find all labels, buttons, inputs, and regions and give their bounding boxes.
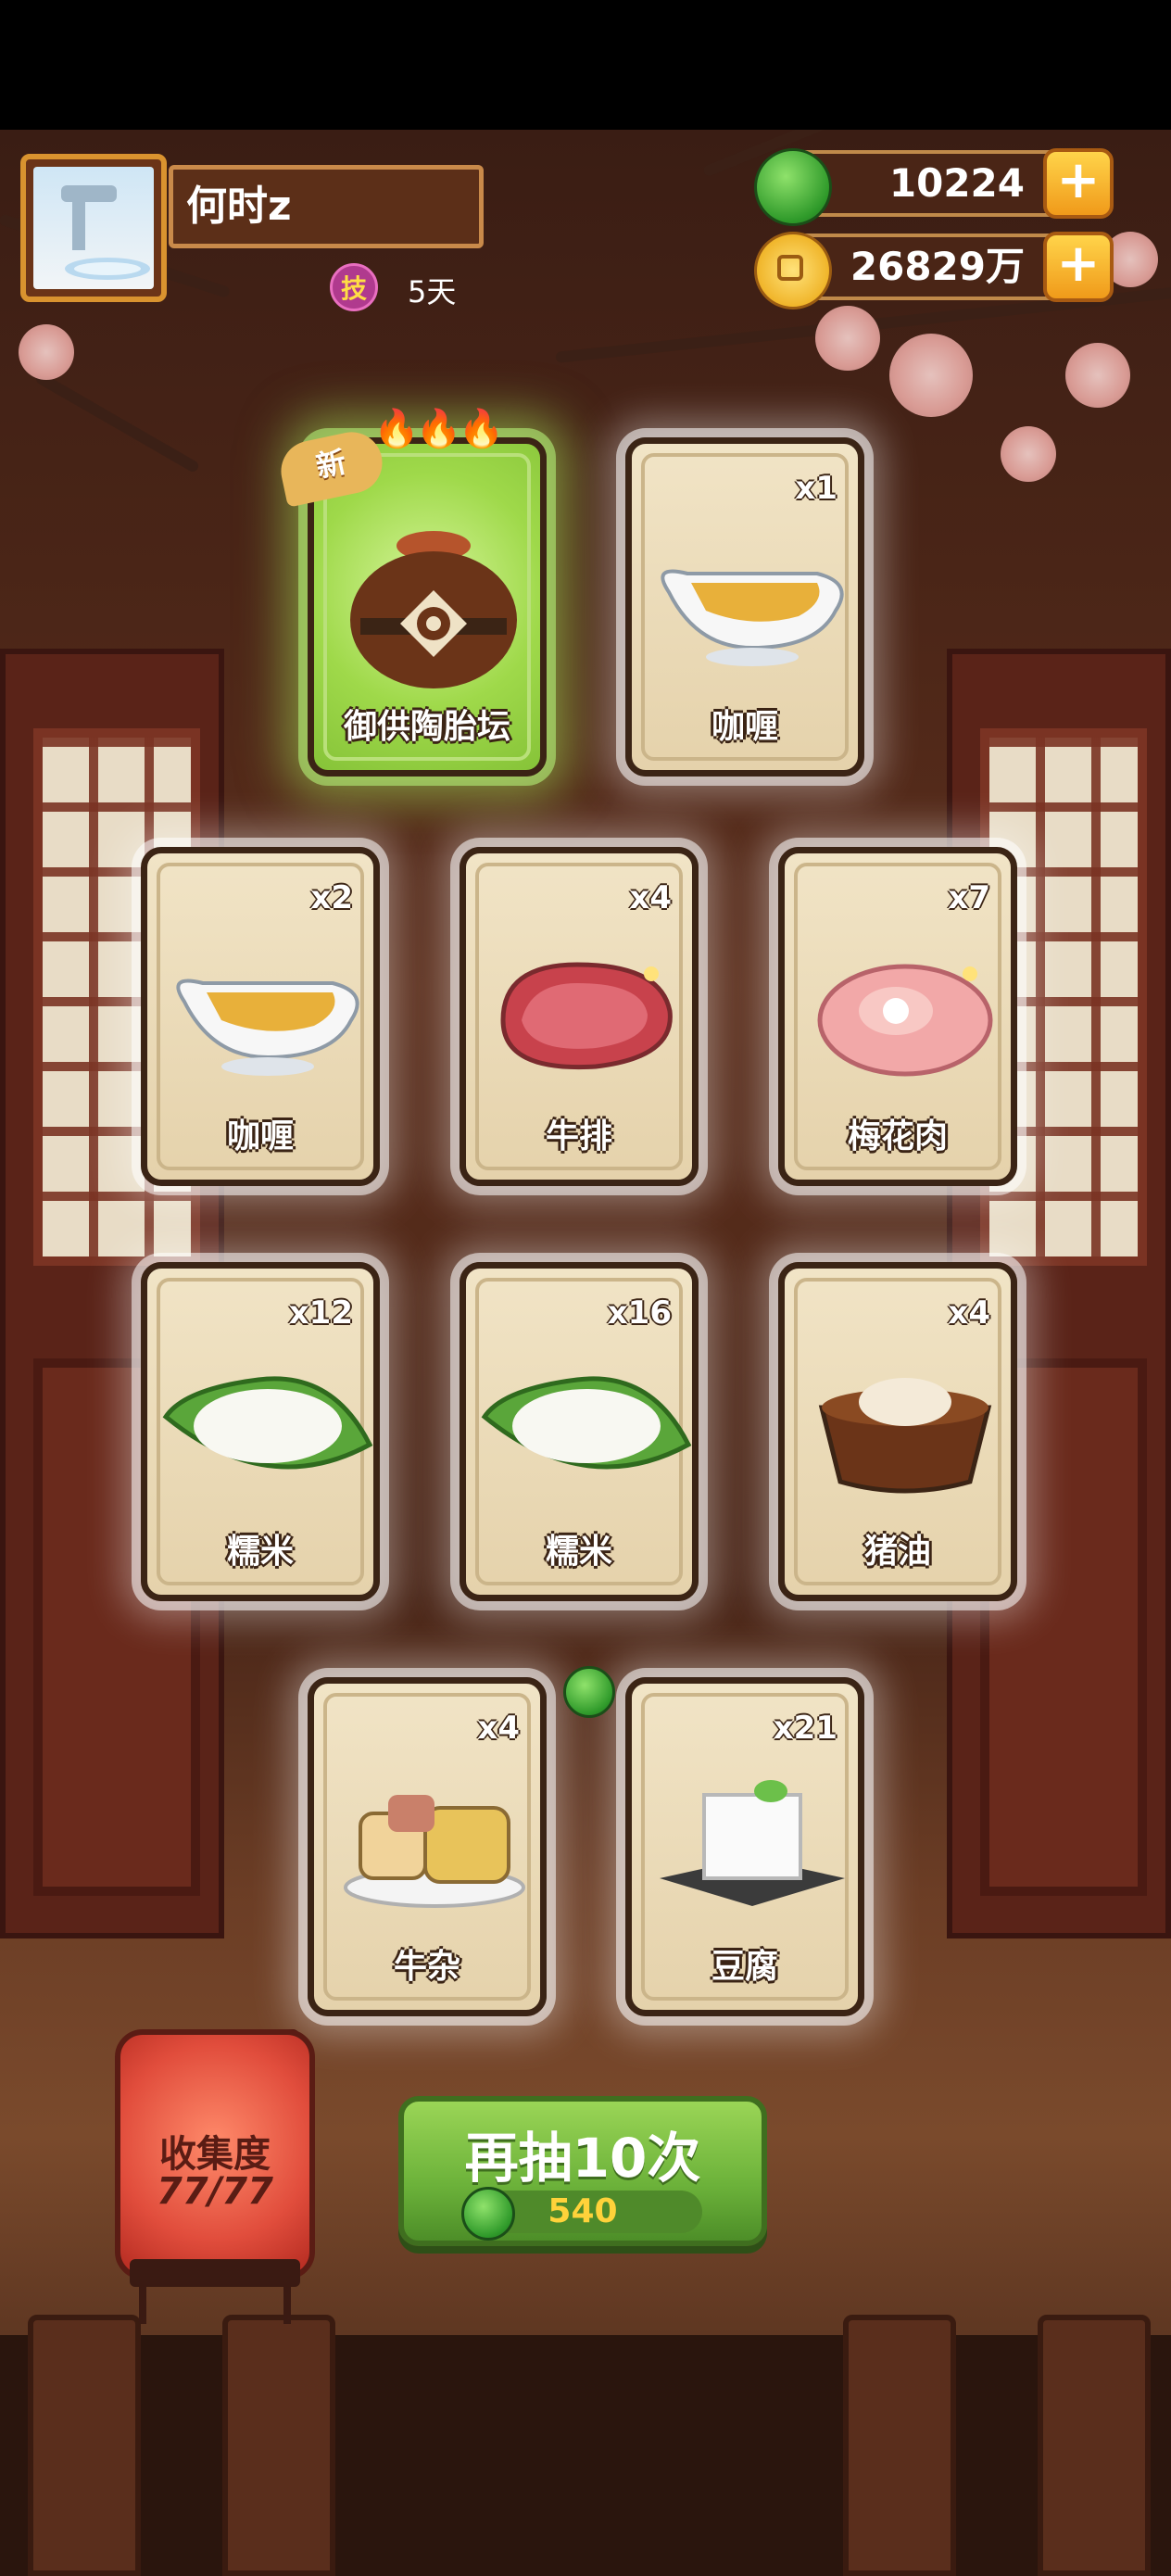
draw-cost: 540 bbox=[548, 2192, 618, 2230]
card-label: 御供陶胎坛 bbox=[343, 708, 510, 746]
clay-jar-icon bbox=[350, 531, 517, 688]
card-label: 豆腐 bbox=[711, 1948, 778, 1986]
curry-gravy-boat-icon bbox=[661, 569, 844, 666]
coin-icon bbox=[754, 232, 832, 309]
card-qty: x1 bbox=[795, 470, 837, 507]
card-qty: x7 bbox=[948, 879, 990, 916]
skill-days: 5天 bbox=[408, 274, 457, 309]
card-qty: x16 bbox=[607, 1294, 672, 1332]
jade-currency: 10224 + bbox=[754, 148, 1114, 226]
faucet-icon bbox=[61, 185, 150, 280]
collection-lantern[interactable]: 收集度 77/77 bbox=[115, 2029, 315, 2279]
glutinous-rice-icon bbox=[162, 1376, 373, 1470]
collection-count: 77/77 bbox=[157, 2170, 273, 2213]
lard-bowl-icon bbox=[818, 1378, 992, 1494]
glutinous-rice-icon bbox=[481, 1376, 692, 1470]
flame-icons: 🔥🔥🔥 bbox=[373, 408, 504, 450]
card-lard[interactable]: x4 猪油 bbox=[778, 1262, 1017, 1601]
jade-value: 10224 bbox=[888, 160, 1025, 206]
card-qty: x4 bbox=[629, 879, 672, 916]
card-qty: x4 bbox=[948, 1294, 990, 1332]
card-glutinous-rice-2[interactable]: x16 糯米 bbox=[460, 1262, 699, 1601]
card-label: 咖喱 bbox=[226, 1118, 294, 1155]
card-tofu[interactable]: x21 豆腐 bbox=[625, 1677, 864, 2016]
card-beef-offal[interactable]: x4 牛杂 bbox=[308, 1677, 547, 2016]
status-bar bbox=[0, 0, 1171, 130]
card-label: 猪油 bbox=[863, 1533, 931, 1571]
card-label: 梅花肉 bbox=[847, 1118, 948, 1155]
jade-token-icon bbox=[563, 1666, 615, 1718]
card-label: 牛排 bbox=[545, 1118, 612, 1155]
steak-icon bbox=[500, 962, 673, 1070]
card-clay-jar[interactable]: 🔥🔥🔥 新 御供陶胎坛 bbox=[275, 408, 547, 777]
pork-shoulder-icon bbox=[817, 964, 993, 1077]
card-qty: x2 bbox=[310, 879, 353, 916]
card-label: 咖喱 bbox=[711, 708, 778, 746]
card-glutinous-rice[interactable]: x12 糯米 bbox=[141, 1262, 380, 1601]
tofu-icon bbox=[660, 1780, 845, 1906]
card-steak[interactable]: x4 牛排 bbox=[460, 847, 699, 1186]
card-curry-2[interactable]: x2 咖喱 bbox=[141, 847, 380, 1186]
draw-button-label: 再抽10次 bbox=[464, 2127, 701, 2190]
coin-value: 26829万 bbox=[850, 244, 1025, 289]
add-jade-button[interactable]: + bbox=[1043, 148, 1114, 219]
card-label: 牛杂 bbox=[393, 1948, 460, 1986]
card-pork-shoulder[interactable]: x7 梅花肉 bbox=[778, 847, 1017, 1186]
card-qty: x21 bbox=[773, 1710, 837, 1747]
add-coin-button[interactable]: + bbox=[1043, 232, 1114, 302]
card-label: 糯米 bbox=[226, 1533, 294, 1571]
curry-gravy-boat-icon bbox=[176, 979, 359, 1076]
card-qty: x12 bbox=[288, 1294, 353, 1332]
player-avatar[interactable] bbox=[20, 154, 167, 302]
skill-icon[interactable]: 技 bbox=[330, 263, 378, 311]
beef-offal-icon bbox=[344, 1795, 525, 1908]
draw-again-button[interactable]: 再抽10次 540 bbox=[398, 2096, 767, 2246]
jade-icon bbox=[754, 148, 832, 226]
coin-currency: 26829万 + bbox=[754, 232, 1114, 309]
player-name[interactable]: 何时z bbox=[169, 165, 484, 248]
lantern-legs bbox=[139, 2281, 291, 2324]
card-qty: x4 bbox=[477, 1710, 520, 1747]
card-curry[interactable]: x1 咖喱 bbox=[625, 437, 864, 777]
card-label: 糯米 bbox=[545, 1533, 612, 1571]
